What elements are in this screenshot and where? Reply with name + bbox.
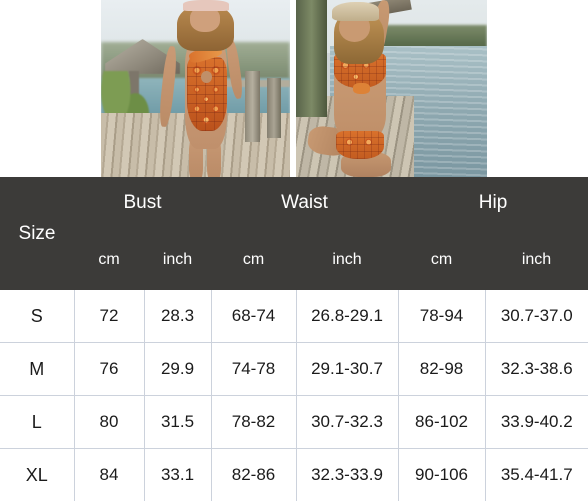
cell-waist-inch: 29.1-30.7 (296, 343, 398, 396)
measurement-unit-row: cm inch cm inch cm inch (0, 229, 588, 290)
cell-bust-cm: 80 (74, 396, 144, 449)
cell-bust-inch: 33.1 (144, 449, 211, 501)
cell-waist-cm: 68-74 (211, 290, 296, 343)
dock-piling-right (267, 78, 280, 138)
column-header-hip-cm: cm (398, 229, 485, 290)
bikini-photo-scene (296, 0, 487, 177)
cell-bust-inch: 29.9 (144, 343, 211, 396)
cell-size: S (0, 290, 74, 343)
swimsuit-cutout (201, 71, 212, 83)
product-photo-strip (0, 0, 588, 177)
cell-waist-cm: 78-82 (211, 396, 296, 449)
size-chart-table-wrapper: Size Bust Waist Hip cm inch cm inch cm i… (0, 177, 588, 500)
cell-hip-inch: 30.7-37.0 (485, 290, 588, 343)
cell-bust-cm: 76 (74, 343, 144, 396)
swimsuit-bikini-photo[interactable] (296, 0, 487, 177)
measurement-group-row: Size Bust Waist Hip (0, 177, 588, 229)
table-row: XL 84 33.1 82-86 32.3-33.9 90-106 35.4-4… (0, 449, 588, 501)
cell-hip-cm: 78-94 (398, 290, 485, 343)
column-header-bust-cm: cm (74, 229, 144, 290)
model-arm-left (158, 46, 178, 128)
column-header-waist-cm: cm (211, 229, 296, 290)
cell-size: M (0, 343, 74, 396)
model-figure (315, 0, 433, 177)
model-figure (154, 0, 252, 177)
cell-bust-inch: 31.5 (144, 396, 211, 449)
cell-waist-cm: 74-78 (211, 343, 296, 396)
table-row: L 80 31.5 78-82 30.7-32.3 86-102 33.9-40… (0, 396, 588, 449)
cell-waist-inch: 26.8-29.1 (296, 290, 398, 343)
cell-hip-cm: 82-98 (398, 343, 485, 396)
bikini-bottom (336, 131, 383, 159)
column-group-waist: Waist (211, 177, 398, 229)
cell-hip-inch: 33.9-40.2 (485, 396, 588, 449)
column-header-waist-inch: inch (296, 229, 398, 290)
swimsuit-one-piece-photo[interactable] (101, 0, 290, 177)
model-straw-visor (332, 2, 379, 21)
model-face (190, 7, 219, 32)
column-header-bust-inch: inch (144, 229, 211, 290)
column-group-hip: Hip (398, 177, 588, 229)
column-header-hip-inch: inch (485, 229, 588, 290)
size-chart-body: S 72 28.3 68-74 26.8-29.1 78-94 30.7-37.… (0, 290, 588, 501)
cell-bust-cm: 84 (74, 449, 144, 501)
table-row: M 76 29.9 74-78 29.1-30.7 82-98 32.3-38.… (0, 343, 588, 396)
cell-hip-inch: 32.3-38.6 (485, 343, 588, 396)
cell-hip-inch: 35.4-41.7 (485, 449, 588, 501)
model-visor-hat (183, 0, 228, 11)
one-piece-photo-scene (101, 0, 290, 177)
cell-size: XL (0, 449, 74, 501)
cell-size: L (0, 396, 74, 449)
size-chart-page: Size Bust Waist Hip cm inch cm inch cm i… (0, 0, 588, 500)
cell-waist-inch: 32.3-33.9 (296, 449, 398, 501)
one-piece-swimsuit (187, 57, 226, 131)
cell-hip-cm: 90-106 (398, 449, 485, 501)
size-chart-table: Size Bust Waist Hip cm inch cm inch cm i… (0, 177, 588, 501)
cell-hip-cm: 86-102 (398, 396, 485, 449)
cell-bust-cm: 72 (74, 290, 144, 343)
table-row: S 72 28.3 68-74 26.8-29.1 78-94 30.7-37.… (0, 290, 588, 343)
cell-bust-inch: 28.3 (144, 290, 211, 343)
cell-waist-inch: 30.7-32.3 (296, 396, 398, 449)
bikini-front-knot (353, 83, 370, 94)
size-chart-head: Size Bust Waist Hip cm inch cm inch cm i… (0, 177, 588, 290)
cell-waist-cm: 82-86 (211, 449, 296, 501)
column-header-size: Size (0, 177, 74, 290)
column-group-bust: Bust (74, 177, 211, 229)
